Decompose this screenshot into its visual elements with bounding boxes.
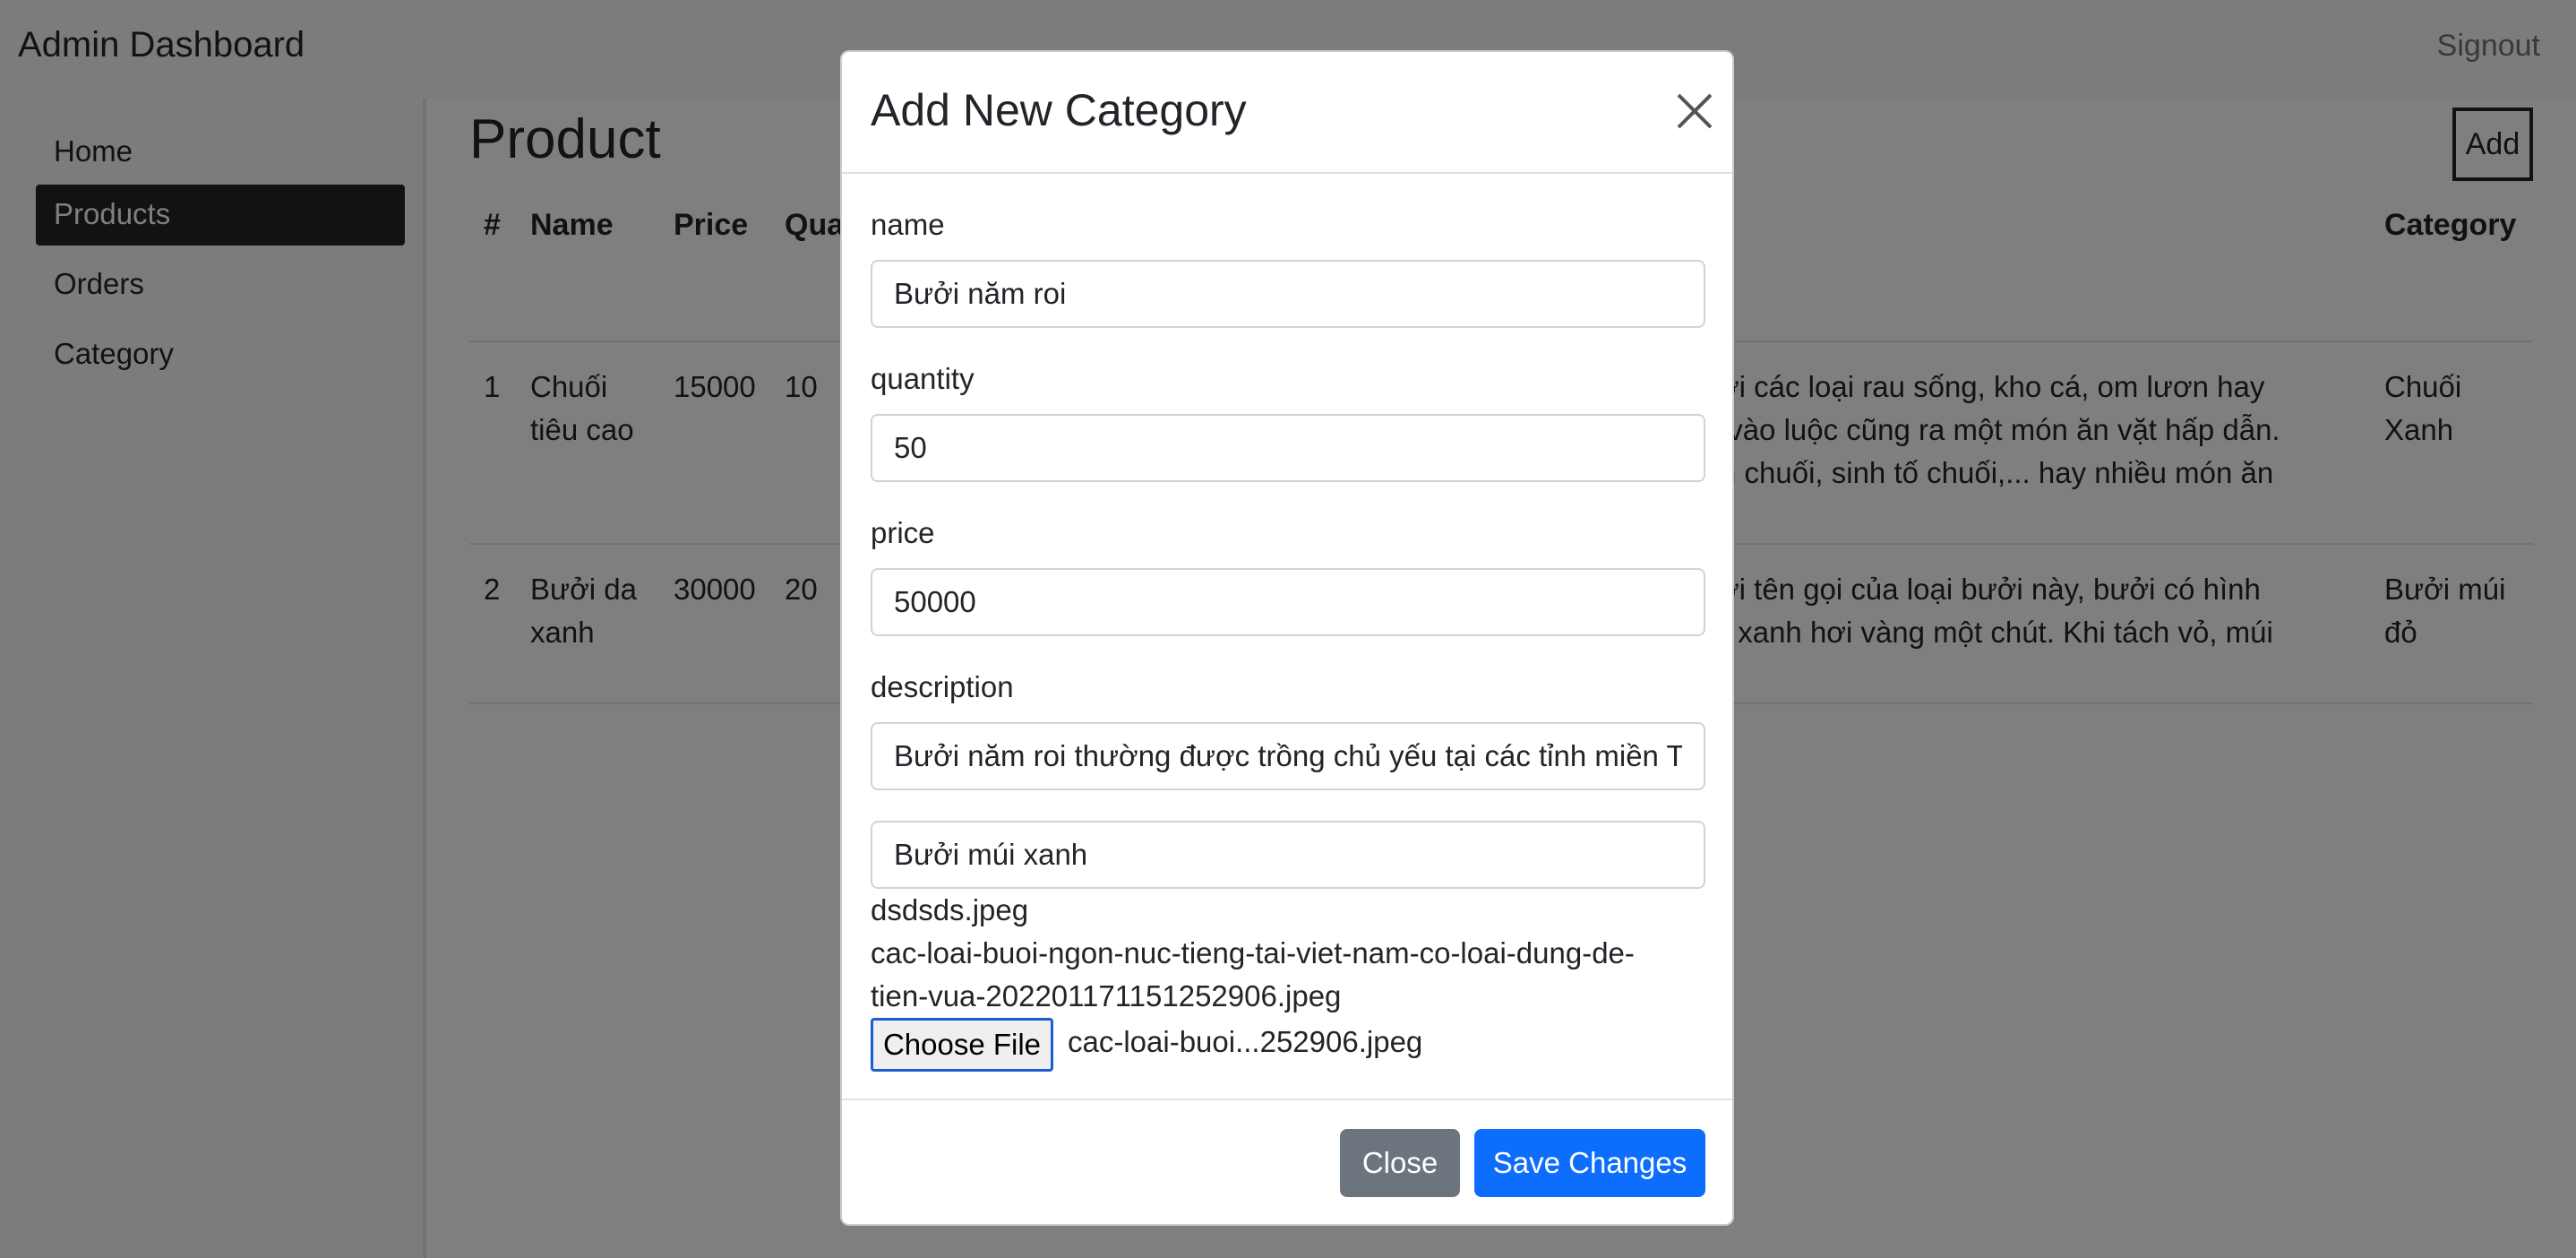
name-label: name [871,208,945,241]
add-category-modal: Add New Category name quantity price des… [840,50,1734,1226]
close-button[interactable]: Close [1340,1129,1460,1197]
chosen-file-name: cac-loai-buoi...252906.jpeg [1068,1025,1423,1058]
modal-footer-divider [842,1099,1732,1100]
choose-file-button[interactable]: Choose File [871,1018,1053,1072]
description-field[interactable] [871,722,1705,790]
category-field[interactable] [871,821,1705,889]
save-changes-button[interactable]: Save Changes [1474,1129,1705,1197]
existing-file-name: tien-vua-20220117115125290​6.jpeg [871,979,1342,1012]
modal-title: Add New Category [871,85,1247,135]
name-field[interactable] [871,260,1705,328]
modal-header: Add New Category [842,52,1732,174]
existing-file-name: cac-loai-buoi-ngon-nuc-tieng-tai-viet-na… [871,936,1635,969]
price-field[interactable] [871,568,1705,636]
description-label: description [871,670,1014,703]
quantity-field[interactable] [871,414,1705,482]
price-label: price [871,516,935,549]
quantity-label: quantity [871,362,975,395]
close-icon[interactable] [1670,86,1720,136]
existing-file-name: dsdsds.jpeg [871,893,1029,926]
